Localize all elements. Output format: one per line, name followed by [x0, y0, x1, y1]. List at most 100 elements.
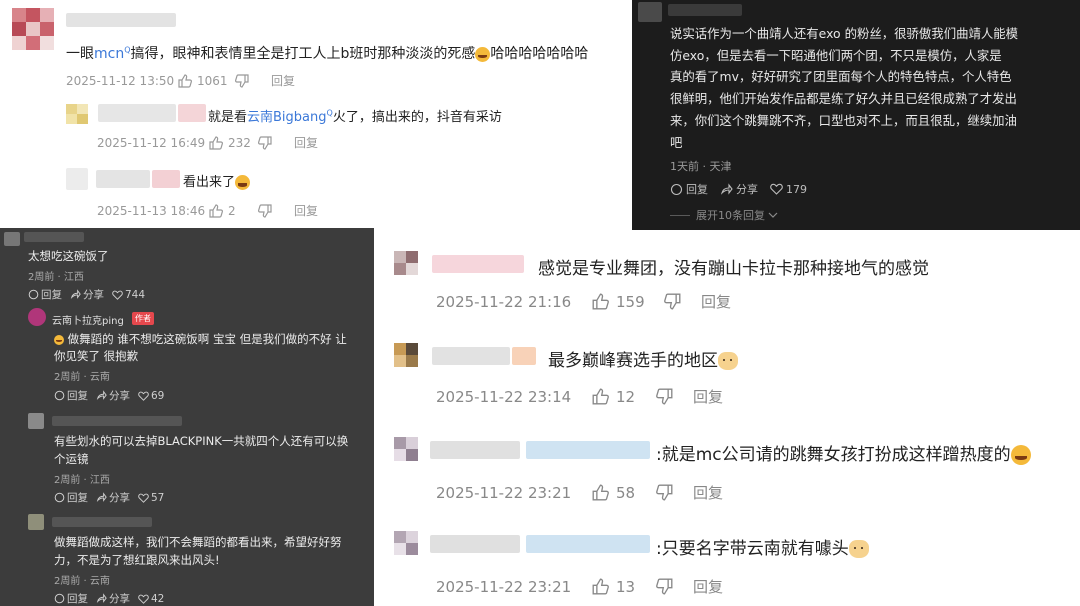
reply-icon[interactable] — [54, 593, 65, 604]
laugh-emoji-icon — [475, 46, 491, 62]
reply-button[interactable]: 回复 — [41, 287, 62, 302]
share-button[interactable]: 分享 — [736, 181, 758, 197]
username-redacted[interactable] — [152, 170, 180, 188]
like-count: 12 — [616, 387, 636, 406]
thumbs-up-icon[interactable] — [209, 135, 223, 150]
username-redacted[interactable] — [178, 104, 206, 122]
reply-button[interactable]: 回复 — [693, 576, 723, 597]
username-redacted[interactable] — [432, 255, 524, 273]
username-redacted[interactable] — [526, 535, 650, 553]
reply-button[interactable]: 回复 — [693, 386, 723, 407]
reply-button[interactable]: 回复 — [701, 291, 731, 312]
reply-icon[interactable] — [54, 492, 65, 503]
comment-time-location: 1天前 · 天津 — [670, 160, 732, 173]
avatar[interactable] — [4, 232, 20, 246]
share-button[interactable]: 分享 — [83, 287, 104, 302]
comment-line: 真的看了mv，好好研究了团里面每个人的特色特点，个人特色 — [670, 69, 1012, 85]
thumbs-up-icon[interactable] — [592, 578, 609, 595]
thumbs-down-icon[interactable] — [656, 388, 673, 405]
reply-button[interactable]: 回复 — [67, 490, 88, 505]
comment-line: 来，你们这个跳舞跳不齐，口型也对不上，而且很乱，继续加油 — [670, 112, 1017, 128]
avatar[interactable] — [66, 168, 88, 190]
thumbs-up-icon[interactable] — [592, 388, 609, 405]
reply-icon[interactable] — [54, 390, 65, 401]
username-redacted[interactable] — [66, 13, 176, 27]
reply-icon[interactable] — [670, 183, 683, 196]
avatar[interactable] — [66, 104, 88, 124]
comment-text: :只要名字带云南就有噱头 — [656, 534, 869, 559]
username-redacted[interactable] — [668, 4, 742, 16]
yunnan-bigbang-link[interactable]: 云南Bigbang — [247, 110, 327, 125]
like-count: 69 — [151, 389, 165, 402]
share-icon[interactable] — [96, 390, 107, 401]
thumbs-down-icon[interactable] — [258, 135, 272, 150]
share-button[interactable]: 分享 — [109, 591, 130, 606]
username-redacted[interactable] — [96, 170, 150, 188]
share-icon[interactable] — [720, 182, 733, 196]
username-redacted[interactable] — [52, 517, 152, 527]
share-icon[interactable] — [70, 289, 81, 300]
comment-line: 吧 — [670, 134, 683, 150]
mcn-link[interactable]: mcn — [94, 46, 124, 62]
share-icon[interactable] — [96, 593, 107, 604]
heart-icon[interactable] — [138, 391, 149, 401]
username-redacted[interactable] — [512, 347, 536, 365]
thumbs-down-icon[interactable] — [235, 73, 249, 88]
username-redacted[interactable] — [430, 441, 520, 459]
avatar[interactable] — [28, 413, 44, 429]
like-count: 159 — [616, 292, 645, 311]
thumbs-down-icon[interactable] — [656, 578, 673, 595]
avatar[interactable] — [28, 308, 46, 326]
author-name[interactable]: 云南卜拉克ping — [52, 312, 124, 327]
like-count: 58 — [616, 483, 636, 502]
username-redacted[interactable] — [24, 232, 84, 242]
reply-button[interactable]: 回复 — [294, 134, 318, 151]
comment-date: 2025-11-13 18:46 — [97, 203, 206, 218]
username-redacted[interactable] — [98, 104, 176, 122]
avatar[interactable] — [394, 437, 418, 461]
reply-icon[interactable] — [28, 289, 39, 300]
comment-text: 做舞蹈的 谁不想吃这碗饭啊 宝宝 但是我们做的不好 让 — [54, 331, 347, 347]
comment-meta: 2025-11-22 21:16 159 回复 — [436, 291, 731, 312]
avatar[interactable] — [394, 343, 418, 367]
heart-icon[interactable] — [138, 594, 149, 604]
dog-emoji-icon — [718, 352, 738, 370]
like-count: 1061 — [197, 73, 228, 88]
avatar[interactable] — [28, 514, 44, 530]
reply-button[interactable]: 回复 — [271, 72, 295, 89]
thumbs-up-icon[interactable] — [178, 73, 192, 88]
thumbs-down-icon[interactable] — [664, 293, 681, 310]
reply-button[interactable]: 回复 — [67, 388, 88, 403]
heart-icon[interactable] — [770, 183, 783, 195]
avatar[interactable] — [394, 251, 418, 275]
comment-panel-top-left: 一眼mcnQ搞得，眼神和表情里全是打工人上b班时那种淡淡的死感 哈哈哈哈哈哈哈 2… — [0, 0, 632, 228]
avatar[interactable] — [638, 2, 662, 22]
comment-date: 2025-11-12 16:49 — [97, 135, 206, 150]
reply-button[interactable]: 回复 — [686, 181, 708, 197]
comment-text: 说实话作为一个曲靖人还有exo 的粉丝，很骄傲我们曲靖人能模 仿exo，但是去看… — [670, 23, 1018, 153]
comment-text: 最多巅峰赛选手的地区 — [548, 346, 738, 371]
username-redacted[interactable] — [52, 416, 182, 426]
reply-button[interactable]: 回复 — [294, 202, 318, 219]
reply-button[interactable]: 回复 — [693, 482, 723, 503]
thumbs-up-icon[interactable] — [592, 293, 609, 310]
thumbs-down-icon[interactable] — [258, 203, 272, 218]
thumbs-up-icon[interactable] — [592, 484, 609, 501]
username-redacted[interactable] — [526, 441, 650, 459]
avatar[interactable] — [12, 8, 54, 50]
share-icon[interactable] — [96, 492, 107, 503]
heart-icon[interactable] — [138, 493, 149, 503]
avatar[interactable] — [394, 531, 418, 555]
expand-replies-label[interactable]: 展开10条回复 — [696, 207, 765, 223]
expand-replies[interactable]: 展开10条回复 — [670, 207, 778, 223]
heart-icon[interactable] — [112, 290, 123, 300]
thumbs-up-icon[interactable] — [209, 203, 223, 218]
share-button[interactable]: 分享 — [109, 490, 130, 505]
share-button[interactable]: 分享 — [109, 388, 130, 403]
thumbs-down-icon[interactable] — [656, 484, 673, 501]
username-redacted[interactable] — [432, 347, 510, 365]
reply-button[interactable]: 回复 — [67, 591, 88, 606]
reply-meta: 2025-11-12 16:49 232 回复 — [97, 134, 318, 151]
username-redacted[interactable] — [430, 535, 520, 553]
chevron-down-icon[interactable] — [768, 211, 778, 219]
